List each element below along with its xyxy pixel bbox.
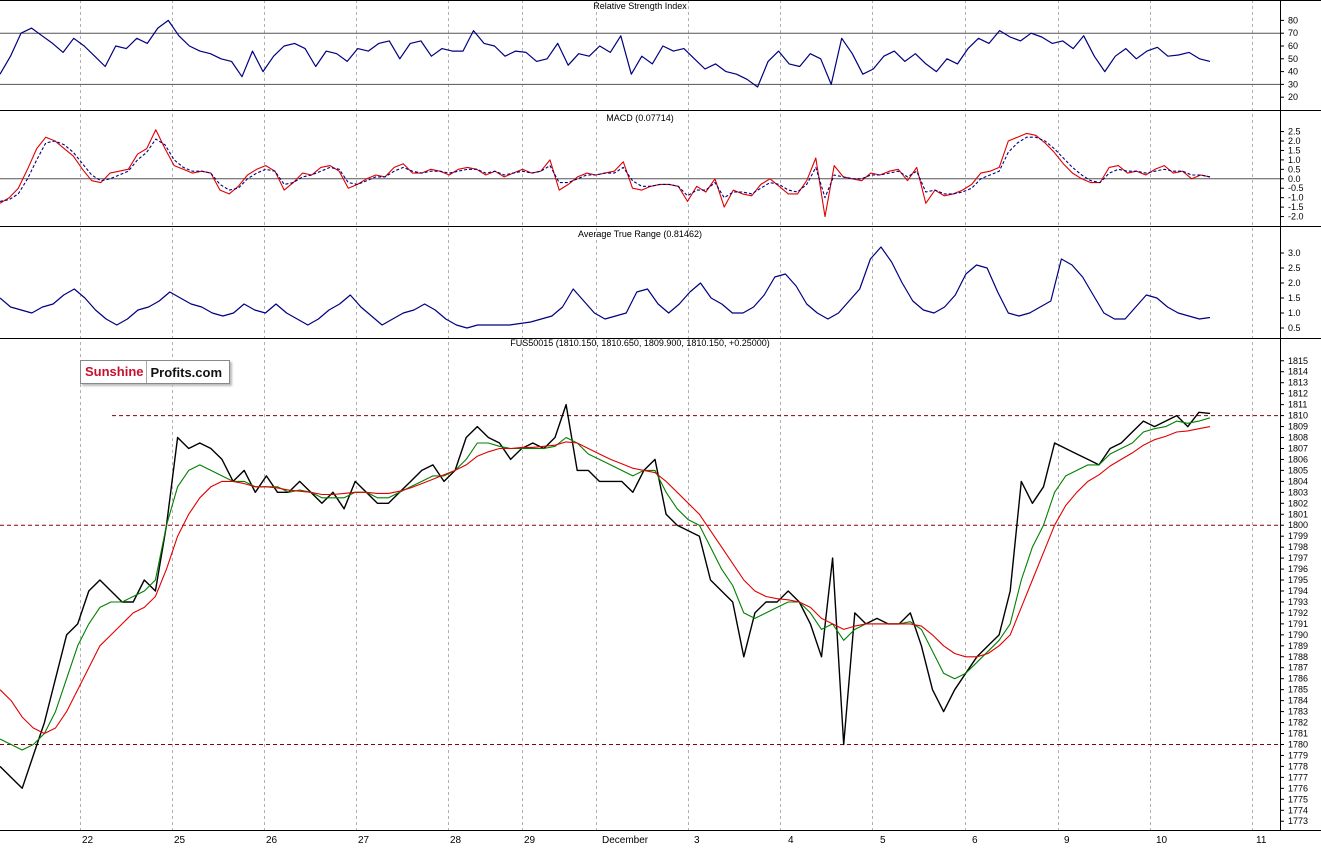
y-tick-label: 1.5 [1288, 293, 1301, 303]
y-tick-label: -2.0 [1288, 212, 1304, 222]
y-tick-label: 1806 [1288, 454, 1308, 464]
y-tick-label: 1784 [1288, 696, 1308, 706]
y-tick-label: 50 [1288, 54, 1298, 64]
y-tick-label: 1814 [1288, 367, 1308, 377]
chart-canvas: Relative Strength Index 80 70 60 50 40 30 20 MAC… [0, 0, 1321, 846]
x-tick-label: 6 [972, 835, 978, 844]
y-tick-label: 1796 [1288, 564, 1308, 574]
y-tick-label: 3.0 [1288, 248, 1301, 258]
y-tick-label: 1.0 [1288, 308, 1301, 318]
chart-svg: Relative Strength Index 80 70 60 50 40 30 20 MAC… [0, 0, 1321, 846]
y-tick-label: 1811 [1288, 400, 1307, 410]
y-tick-label: 1810 [1288, 411, 1308, 421]
panel-title-0: Relative Strength Index [593, 1, 687, 11]
y-tick-label: 1777 [1288, 772, 1308, 782]
y-tick-label: 1794 [1288, 586, 1308, 596]
y-tick-label: 1785 [1288, 685, 1308, 695]
y-tick-label: 2.5 [1288, 263, 1301, 273]
x-tick-label: 27 [358, 835, 370, 844]
x-tick-label: 25 [174, 835, 186, 844]
y-tick-label: 1802 [1288, 498, 1308, 508]
y-tick-label: 1775 [1288, 794, 1308, 804]
y-tick-label: 1778 [1288, 761, 1308, 771]
x-tick-label: 5 [880, 835, 886, 844]
x-tick-label: 3 [694, 835, 700, 844]
y-tick-label: 1789 [1288, 641, 1308, 651]
y-tick-label: 1801 [1288, 509, 1308, 519]
y-tick-label: 1776 [1288, 783, 1308, 793]
y-tick-label: 2.0 [1288, 278, 1301, 288]
y-tick-label: 1795 [1288, 575, 1308, 585]
y-tick-label: 30 [1288, 79, 1298, 89]
x-tick-label: 11 [1256, 835, 1267, 844]
x-tick-label: 26 [266, 835, 278, 844]
y-tick-label: 1781 [1288, 729, 1308, 739]
y-tick-label: 1799 [1288, 531, 1308, 541]
y-tick-label: 1800 [1288, 520, 1308, 530]
y-tick-label: 1807 [1288, 443, 1308, 453]
y-tick-label: 1773 [1288, 816, 1308, 826]
y-tick-label: 1793 [1288, 597, 1308, 607]
y-tick-label: 1783 [1288, 707, 1308, 717]
y-tick-label: 1791 [1288, 619, 1308, 629]
x-tick-label: 22 [82, 835, 94, 844]
y-tick-label: 1815 [1288, 356, 1308, 366]
y-tick-label: 80 [1288, 15, 1298, 25]
y-tick-label: 40 [1288, 67, 1298, 77]
x-tick-label: December [602, 835, 649, 844]
y-tick-label: 20 [1288, 92, 1298, 102]
y-tick-label: 70 [1288, 28, 1298, 38]
x-tick-label: 4 [788, 835, 794, 844]
x-tick-label: 9 [1064, 835, 1070, 844]
y-tick-label: 1780 [1288, 739, 1308, 749]
y-tick-label: 1809 [1288, 422, 1308, 432]
logo-part-1: Sunshine [81, 361, 147, 383]
y-tick-label: 1792 [1288, 608, 1308, 618]
y-tick-label: 1797 [1288, 553, 1308, 563]
y-tick-label: 1782 [1288, 718, 1308, 728]
y-tick-label: 1798 [1288, 542, 1308, 552]
y-tick-label: 1804 [1288, 476, 1308, 486]
x-tick-label: 28 [450, 835, 462, 844]
panel-title-3: FUS50015 (1810.150, 1810.650, 1809.900, … [510, 338, 769, 348]
y-tick-label: 1803 [1288, 487, 1308, 497]
y-tick-label: 1774 [1288, 805, 1308, 815]
y-tick-label: 1787 [1288, 663, 1308, 673]
y-tick-label: 1788 [1288, 652, 1308, 662]
y-tick-label: 1786 [1288, 674, 1308, 684]
panel-title-2: Average True Range (0.81462) [578, 229, 702, 239]
y-tick-label: 1812 [1288, 389, 1308, 399]
logo-part-2: Profits.com [150, 364, 223, 380]
x-tick-label: 29 [524, 835, 536, 844]
y-tick-label: 1790 [1288, 630, 1308, 640]
y-tick-label: 0.5 [1288, 323, 1301, 333]
sunshine-profits-logo[interactable]: Sunshine Profits.com [80, 360, 230, 384]
panel-title-1: MACD (0.07714) [606, 113, 674, 123]
y-tick-label: 1813 [1288, 378, 1308, 388]
y-tick-label: 60 [1288, 41, 1298, 51]
y-tick-label: 1805 [1288, 465, 1308, 475]
x-tick-label: 10 [1156, 835, 1168, 844]
y-tick-label: 1808 [1288, 433, 1308, 443]
y-tick-label: 1779 [1288, 750, 1308, 760]
